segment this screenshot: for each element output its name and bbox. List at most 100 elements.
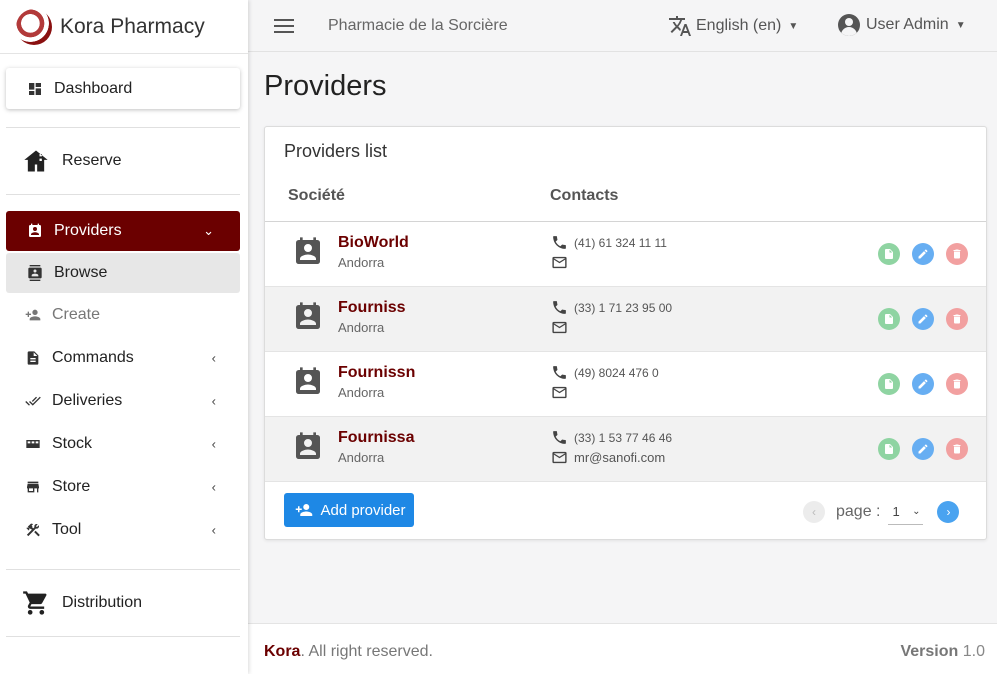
pagination: ‹ page : 1 ⌄ › <box>803 499 960 525</box>
provider-country: Andorra <box>338 450 385 465</box>
store-icon <box>24 478 42 496</box>
pencil-icon <box>917 248 929 260</box>
language-label: English (en) <box>696 17 782 34</box>
provider-phone: (33) 1 53 77 46 46 <box>551 429 672 446</box>
translate-icon <box>669 16 691 36</box>
version-number: 1.0 <box>962 643 985 660</box>
details-button[interactable] <box>878 438 900 460</box>
provider-name[interactable]: Fourniss <box>338 299 406 317</box>
provider-email <box>551 319 574 336</box>
warehouse-icon <box>22 147 50 175</box>
version-label: Version <box>900 643 959 660</box>
chevron-left-icon: ‹ <box>211 393 216 408</box>
row-actions <box>878 243 968 265</box>
previous-page-button[interactable]: ‹ <box>803 501 825 523</box>
details-button[interactable] <box>878 308 900 330</box>
sidebar-item-reserve[interactable]: Reserve <box>0 128 248 194</box>
delete-button[interactable] <box>946 438 968 460</box>
provider-phone: (41) 61 324 11 11 <box>551 234 667 251</box>
sidebar-item-label: Create <box>52 305 101 323</box>
brand[interactable]: Kora Pharmacy <box>0 0 248 54</box>
delete-button[interactable] <box>946 373 968 395</box>
pharmacy-name: Pharmacie de la Sorcière <box>328 16 508 34</box>
contact-badge-icon <box>26 222 44 240</box>
sidebar-item-tool[interactable]: Tool ‹ <box>0 508 248 551</box>
sidebar-item-label: Commands <box>52 348 134 366</box>
details-button[interactable] <box>878 373 900 395</box>
next-page-button[interactable]: › <box>937 501 960 523</box>
edit-button[interactable] <box>912 243 934 265</box>
delete-button[interactable] <box>946 243 968 265</box>
sidebar-item-dashboard[interactable]: Dashboard <box>6 68 240 109</box>
provider-name[interactable]: Fournissa <box>338 429 414 447</box>
copyright: Kora. All right reserved. <box>264 643 433 661</box>
contact-badge-icon <box>292 235 324 269</box>
table-row[interactable]: Fourniss Andorra (33) 1 71 23 95 00 <box>265 287 986 352</box>
delete-button[interactable] <box>946 308 968 330</box>
row-actions <box>878 373 968 395</box>
sidebar-item-label: Deliveries <box>52 391 123 409</box>
phone-icon <box>551 234 574 251</box>
sidebar-item-label: Reserve <box>62 152 122 169</box>
phone-icon <box>551 299 574 316</box>
sidebar-item-distribution[interactable]: Distribution <box>0 570 248 636</box>
row-actions <box>878 438 968 460</box>
user-menu[interactable]: User Admin ▼ <box>838 14 966 36</box>
sidebar-item-commands[interactable]: Commands ‹ <box>0 336 248 379</box>
row-actions <box>878 308 968 330</box>
pencil-icon <box>917 443 929 455</box>
chevron-left-icon: ‹ <box>211 350 216 365</box>
table-row[interactable]: BioWorld Andorra (41) 61 324 11 11 <box>265 222 986 287</box>
contacts-icon <box>26 264 44 282</box>
double-check-icon <box>24 392 42 410</box>
trash-icon <box>951 313 963 325</box>
language-selector[interactable]: English (en) ▼ <box>668 14 798 38</box>
provider-name[interactable]: BioWorld <box>338 234 409 252</box>
person-add-icon <box>24 306 42 324</box>
footer: Kora. All right reserved. Version 1.0 <box>248 623 997 674</box>
chevron-down-icon: ⌄ <box>203 223 214 238</box>
provider-country: Andorra <box>338 385 385 400</box>
sidebar-item-store[interactable]: Store ‹ <box>0 465 248 508</box>
menu-icon[interactable] <box>274 15 294 37</box>
provider-country: Andorra <box>338 255 385 270</box>
sidebar-item-browse[interactable]: Browse <box>6 253 240 293</box>
sidebar-item-providers[interactable]: Providers ⌄ <box>6 211 240 251</box>
trash-icon <box>951 248 963 260</box>
divider <box>6 636 240 637</box>
provider-name[interactable]: Fournissn <box>338 364 415 382</box>
providers-panel: Providers list Société Contacts BioWorld… <box>264 126 987 540</box>
table-row[interactable]: Fournissa Andorra (33) 1 53 77 46 46 mr@san… <box>265 417 986 482</box>
sidebar-item-label: Store <box>52 477 91 495</box>
sidebar-item-label: Tool <box>52 520 82 538</box>
page-select[interactable]: 1 ⌄ <box>888 499 924 525</box>
provider-email <box>551 254 574 271</box>
version: Version 1.0 <box>900 643 985 661</box>
table-row[interactable]: Fournissn Andorra (49) 8024 476 0 <box>265 352 986 417</box>
sidebar-item-stock[interactable]: Stock ‹ <box>0 422 248 465</box>
sidebar-item-deliveries[interactable]: Deliveries ‹ <box>0 379 248 422</box>
sidebar-item-label: Providers <box>54 222 122 239</box>
edit-button[interactable] <box>912 308 934 330</box>
tools-icon <box>24 521 42 539</box>
edit-button[interactable] <box>912 373 934 395</box>
pencil-icon <box>917 313 929 325</box>
provider-email <box>551 384 574 401</box>
column-header-company: Société <box>288 187 345 204</box>
footer-brand: Kora <box>264 643 301 660</box>
sidebar-item-label: Browse <box>54 264 108 281</box>
chevron-left-icon: ‹ <box>211 522 216 537</box>
trash-icon <box>951 378 963 390</box>
provider-phone: (33) 1 71 23 95 00 <box>551 299 672 316</box>
cart-icon <box>22 589 50 617</box>
provider-email: mr@sanofi.com <box>551 449 665 466</box>
user-name: User Admin <box>866 16 949 33</box>
caret-down-icon: ▼ <box>788 20 799 32</box>
details-button[interactable] <box>878 243 900 265</box>
sidebar-item-create[interactable]: Create <box>0 293 248 336</box>
add-provider-button[interactable]: Add provider <box>284 493 414 527</box>
edit-button[interactable] <box>912 438 934 460</box>
caret-down-icon: ▼ <box>955 19 966 31</box>
dashboard-icon <box>26 80 44 98</box>
top-bar: Pharmacie de la Sorcière English (en) ▼ … <box>248 0 997 52</box>
